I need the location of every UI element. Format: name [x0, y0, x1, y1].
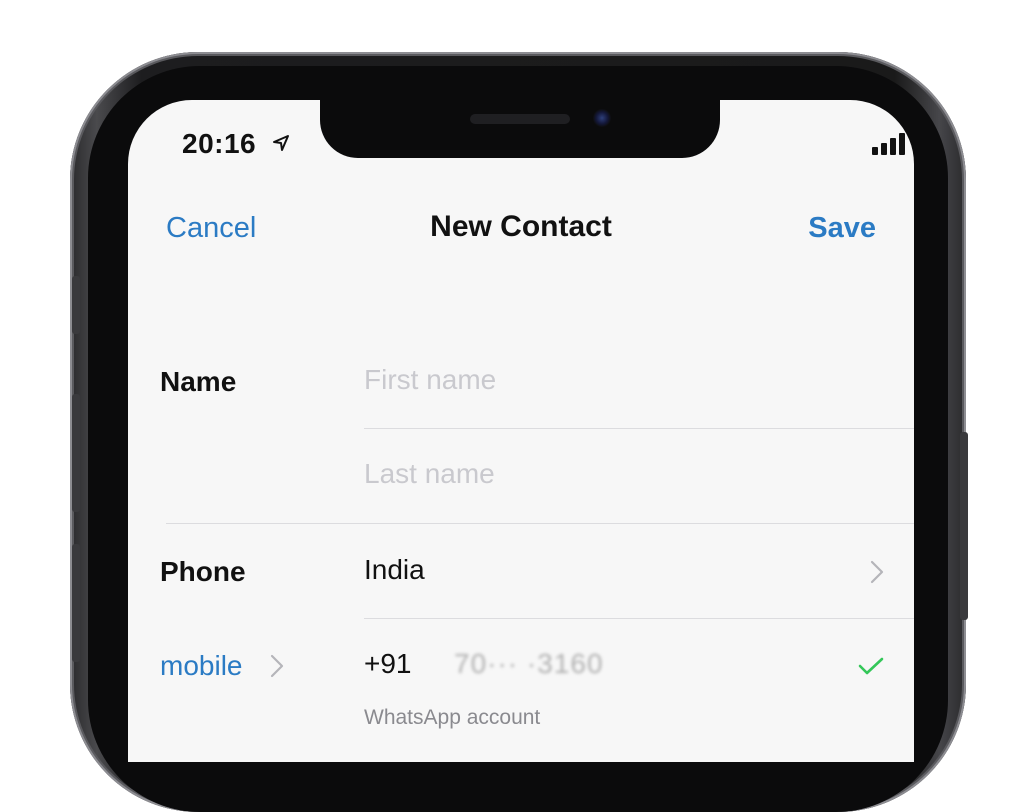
navigation-bar: Cancel New Contact Save — [128, 190, 914, 260]
power-button — [960, 432, 968, 620]
chevron-right-icon[interactable] — [270, 654, 284, 678]
whatsapp-account-note: WhatsApp account — [364, 706, 541, 729]
first-name-field[interactable]: First name — [364, 364, 496, 396]
phone-label: Phone — [160, 556, 246, 587]
separator — [364, 618, 914, 619]
country-code: +91 — [364, 648, 412, 679]
page-title: New Contact — [430, 210, 612, 243]
checkmark-icon — [858, 657, 884, 675]
cellular-signal-icon — [872, 133, 908, 155]
phone-type-label[interactable]: mobile — [160, 650, 242, 682]
earpiece-speaker — [470, 114, 570, 124]
name-label: Name — [160, 366, 237, 397]
country-selector[interactable]: India — [364, 554, 425, 586]
chevron-right-icon[interactable] — [870, 560, 884, 584]
volume-up-button — [72, 394, 80, 512]
save-button[interactable]: Save — [808, 212, 876, 245]
phone-screen: 20:16 Cancel New Contact Save Name First… — [128, 100, 914, 762]
front-camera — [593, 109, 611, 127]
separator — [364, 428, 914, 429]
last-name-field[interactable]: Last name — [364, 458, 495, 490]
status-time: 20:16 — [182, 128, 257, 159]
phone-number-field[interactable]: 70··· ·3160 — [454, 648, 604, 680]
notch — [320, 100, 720, 158]
separator — [166, 523, 914, 524]
silent-switch — [72, 276, 80, 334]
volume-down-button — [72, 544, 80, 662]
location-arrow-icon — [273, 135, 289, 151]
